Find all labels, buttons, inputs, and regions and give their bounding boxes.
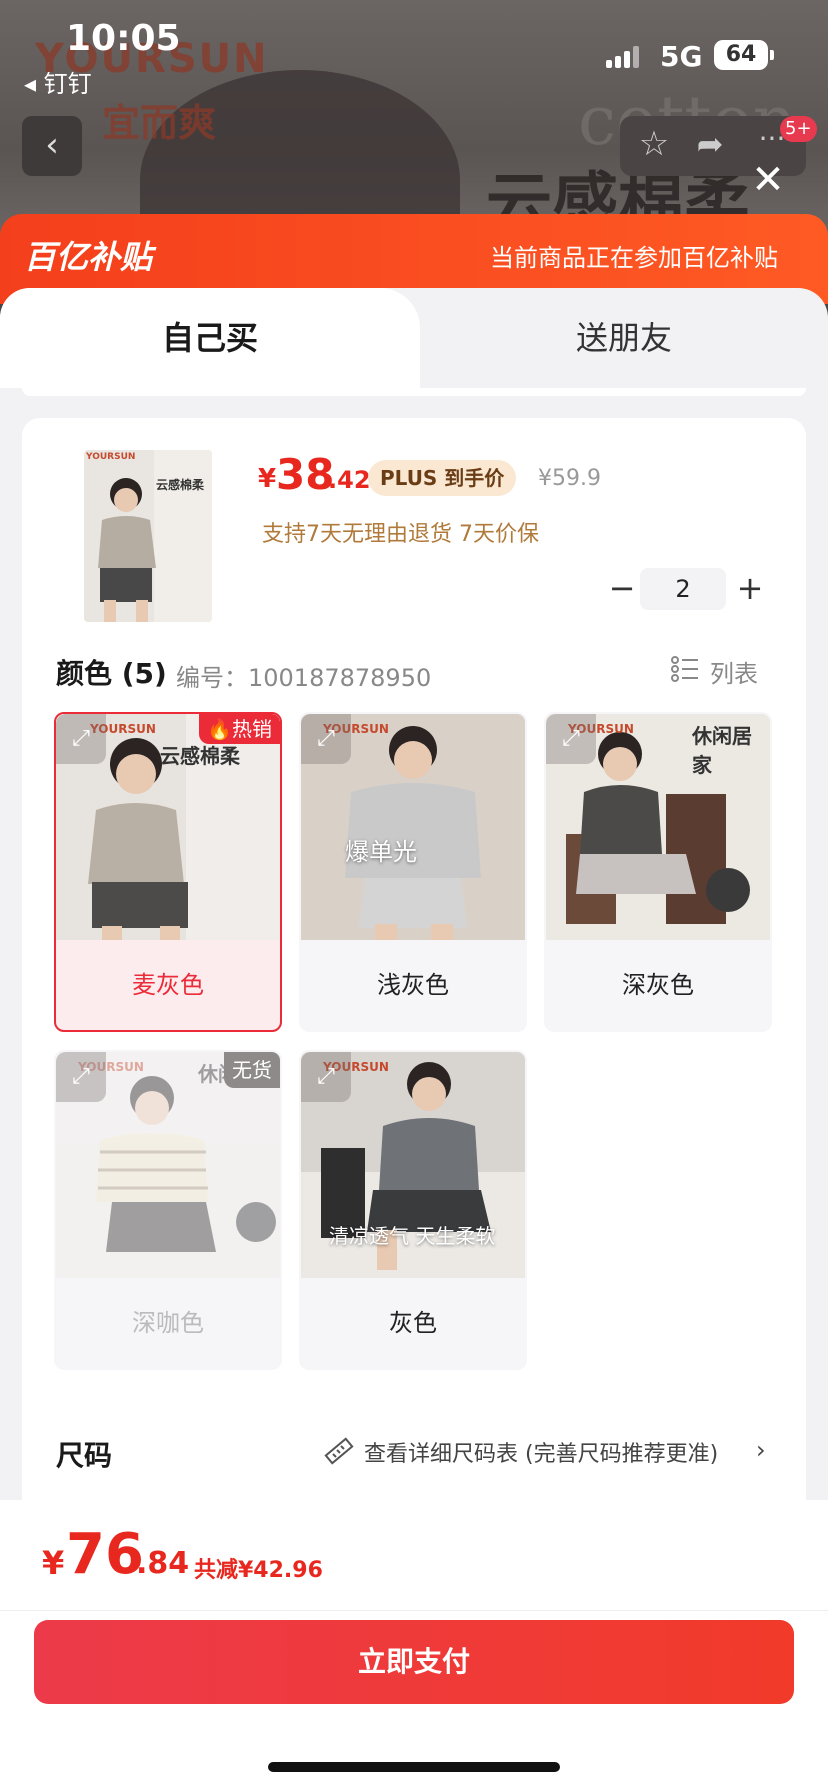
color-option-wheat-gray[interactable]: 云感棉柔 YOURSUN ⤢ 🔥热销 麦灰色 (54, 712, 282, 1032)
total-price-integer: 76 (66, 1522, 144, 1587)
thumb-brand: YOURSUN (86, 452, 136, 462)
sku-number: 编号：100187878950 (176, 664, 432, 692)
total-price-symbol: ¥ (42, 1544, 65, 1582)
subsidy-note: 当前商品正在参加百亿补贴 (490, 244, 778, 272)
network-type: 5G (660, 40, 703, 73)
quantity-minus-button[interactable]: − (602, 568, 642, 608)
color-option-overlay-text: 云感棉柔 (160, 744, 240, 768)
tab-send-to-friend[interactable]: 送朋友 (420, 288, 828, 388)
expand-icon[interactable]: ⤢ (546, 714, 596, 764)
quantity-input[interactable]: 2 (640, 568, 726, 610)
price-symbol: ¥ (258, 464, 277, 494)
color-option-label: 浅灰色 (377, 971, 449, 999)
pay-now-button[interactable]: 立即支付 (34, 1620, 794, 1704)
size-chart-link[interactable]: 查看详细尺码表 (完善尺码推荐更准) (364, 1436, 718, 1468)
chevron-right-icon[interactable]: › (756, 1436, 766, 1464)
original-price: ¥59.9 (538, 466, 601, 491)
backdrop-brand-cn: 宜而爽 (102, 101, 217, 145)
back-to-app-link[interactable]: ◂ 钉钉 (24, 64, 92, 99)
color-option-dark-gray[interactable]: 休闲居家 YOURSUN ⤢ 深灰色 (544, 712, 772, 1032)
plus-price-badge: PLUS 到手价 (368, 460, 517, 496)
color-option-label: 灰色 (389, 1309, 437, 1337)
total-price-decimal: .84 (136, 1546, 190, 1581)
subsidy-logo: 百亿补贴 (24, 238, 153, 276)
list-view-icon[interactable] (670, 654, 700, 684)
quantity-plus-button[interactable]: + (730, 568, 770, 608)
color-option-overlay-text: 爆单光 (345, 838, 417, 866)
tab-buy-for-self[interactable]: 自己买 (0, 288, 420, 388)
share-icon[interactable]: ➦ (690, 126, 730, 162)
tab-underline-strip (22, 388, 806, 396)
expand-icon[interactable]: ⤢ (56, 1052, 106, 1102)
color-option-light-gray[interactable]: 爆单光 YOURSUN ⤢ 浅灰色 (299, 712, 527, 1032)
star-icon[interactable]: ☆ (636, 126, 672, 162)
color-option-label: 深咖色 (132, 1309, 204, 1337)
price-integer: 38 (276, 450, 335, 499)
return-guarantee: 支持7天无理由退货 7天价保 (262, 522, 539, 547)
status-time: 10:05 (66, 18, 181, 59)
hot-sale-badge: 🔥热销 (199, 714, 280, 744)
battery-icon: 64 (714, 40, 768, 70)
close-icon[interactable]: ✕ (748, 160, 788, 200)
home-indicator (268, 1762, 560, 1772)
expand-icon[interactable]: ⤢ (301, 1052, 351, 1102)
bottom-divider (0, 1610, 828, 1611)
hot-sale-label: 热销 (232, 717, 272, 741)
color-section-title: 颜色 (5) (56, 657, 167, 690)
signal-icon (606, 46, 640, 68)
message-count-badge: 5+ (780, 116, 817, 142)
battery-tip (770, 50, 774, 60)
list-view-toggle[interactable]: 列表 (710, 654, 758, 689)
price-decimal: .42 (328, 466, 371, 494)
color-option-label: 深灰色 (622, 971, 694, 999)
sold-out-badge: 无货 (224, 1052, 280, 1088)
ruler-icon (324, 1436, 354, 1466)
total-discount: 共减¥42.96 (194, 1558, 323, 1583)
color-option-dark-brown[interactable]: 休闲居家 YOURSUN ⤢ 无货 深咖色 (54, 1050, 282, 1370)
color-option-gray[interactable]: 清凉透气 天生柔软 YOURSUN ⤢ 灰色 (299, 1050, 527, 1370)
size-section-title: 尺码 (56, 1439, 113, 1472)
color-option-overlay-text: 休闲居家 (692, 724, 752, 777)
expand-icon[interactable]: ⤢ (56, 714, 106, 764)
expand-icon[interactable]: ⤢ (301, 714, 351, 764)
thumb-slogan: 云感棉柔 (156, 478, 205, 492)
back-button[interactable]: ‹ (22, 116, 82, 176)
color-option-overlay-text: 清凉透气 天生柔软 (329, 1224, 496, 1248)
color-option-label: 麦灰色 (132, 971, 204, 999)
